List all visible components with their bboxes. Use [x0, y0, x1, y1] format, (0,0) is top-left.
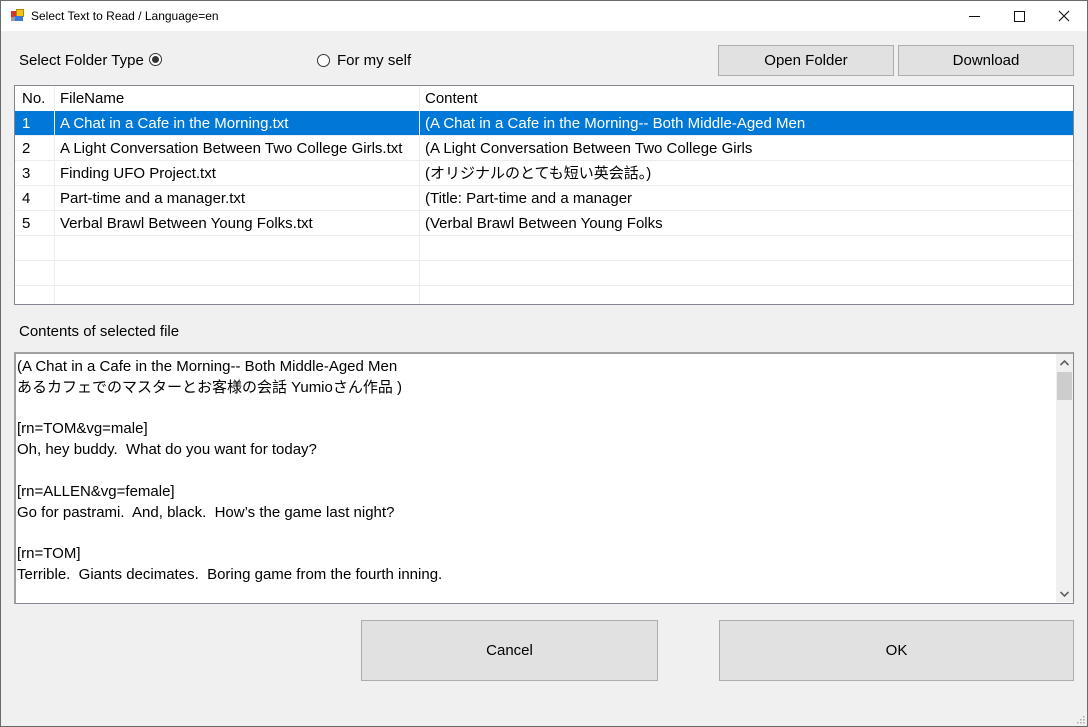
content-line: [17, 399, 1055, 420]
empty-row: [15, 286, 1073, 304]
maximize-icon: [1013, 10, 1025, 22]
file-contents-text[interactable]: (A Chat in a Cafe in the Morning-- Both …: [17, 357, 1055, 586]
ok-button[interactable]: OK: [719, 620, 1074, 681]
cell-content: (A Light Conversation Between Two Colleg…: [425, 140, 753, 157]
for-my-self-label[interactable]: For my self: [337, 52, 411, 69]
cell-filename: A Chat in a Cafe in the Morning.txt: [55, 111, 420, 136]
cell-filename: A Light Conversation Between Two College…: [55, 136, 420, 161]
chevron-up-icon: [1060, 359, 1069, 366]
table-row[interactable]: 4 Part-time and a manager.txt (Title: Pa…: [15, 186, 1073, 211]
table-row[interactable]: 2 A Light Conversation Between Two Colle…: [15, 136, 1073, 161]
close-button[interactable]: [1041, 1, 1087, 31]
content-line: [rn=TOM]: [17, 545, 81, 563]
content-line: Go for pastrami. And, black. How’s the g…: [17, 503, 395, 521]
resize-grip-icon[interactable]: [1075, 714, 1085, 724]
content-line: (A Chat in a Cafe in the Morning-- Both …: [17, 358, 398, 375]
column-header-no[interactable]: No.: [15, 86, 55, 111]
table-row[interactable]: 5 Verbal Brawl Between Young Folks.txt (…: [15, 211, 1073, 236]
chevron-down-icon: [1060, 590, 1069, 597]
empty-row: [15, 236, 1073, 261]
cell-content: (Verbal Brawl Between Young Folks: [425, 215, 663, 232]
window-title: Select Text to Read / Language=en: [31, 9, 219, 23]
cell-no: 1: [15, 111, 55, 136]
minimize-icon: [968, 15, 980, 17]
open-folder-button[interactable]: Open Folder: [718, 45, 894, 76]
content-line: あるカフェでのマスターとお客様の会話 Yumioさん作品 ): [17, 378, 403, 396]
folder-type-default-radio[interactable]: [149, 53, 162, 66]
cell-content: (オリジナルのとても短い英会話。): [425, 165, 652, 182]
cell-no: 3: [15, 161, 55, 186]
cell-filename: Part-time and a manager.txt: [55, 186, 420, 211]
cell-no: 5: [15, 211, 55, 236]
file-grid[interactable]: No. FileName Content 1 A Chat in a Cafe …: [14, 85, 1074, 305]
content-line: Terrible. Giants decimates. Boring game …: [17, 565, 443, 583]
app-icon: [11, 9, 25, 22]
cell-content: (A Chat in a Cafe in the Morning-- Both …: [425, 115, 806, 132]
download-button[interactable]: Download: [898, 45, 1074, 76]
table-row[interactable]: 3 Finding UFO Project.txt (オリジナルのとても短い英会…: [15, 161, 1073, 186]
content-line: [rn=ALLEN&vg=female]: [17, 482, 175, 500]
folder-type-label: Select Folder Type: [19, 52, 144, 69]
title-bar[interactable]: Select Text to Read / Language=en: [1, 1, 1087, 31]
cell-content: (Title: Part-time and a manager: [425, 190, 633, 207]
content-line: [rn=TOM&vg=male]: [17, 420, 148, 438]
close-icon: [1058, 10, 1070, 22]
cell-no: 4: [15, 186, 55, 211]
empty-row: [15, 261, 1073, 286]
content-line: Oh, hey buddy. What do you want for toda…: [17, 441, 317, 459]
cell-filename: Verbal Brawl Between Young Folks.txt: [55, 211, 420, 236]
maximize-button[interactable]: [996, 1, 1042, 31]
content-line: [17, 523, 1055, 544]
cell-no: 2: [15, 136, 55, 161]
column-header-content[interactable]: Content: [420, 86, 1073, 111]
minimize-button[interactable]: [951, 1, 997, 31]
column-header-filename[interactable]: FileName: [55, 86, 420, 111]
contents-label: Contents of selected file: [19, 323, 180, 340]
vertical-scrollbar[interactable]: [1056, 354, 1073, 602]
file-contents-textbox[interactable]: (A Chat in a Cafe in the Morning-- Both …: [14, 352, 1074, 604]
cell-filename: Finding UFO Project.txt: [55, 161, 420, 186]
table-row[interactable]: 1 A Chat in a Cafe in the Morning.txt (A…: [15, 111, 1073, 136]
scroll-thumb[interactable]: [1057, 372, 1072, 400]
grid-header: No. FileName Content: [15, 86, 1073, 111]
cancel-button[interactable]: Cancel: [361, 620, 658, 681]
scroll-up-button[interactable]: [1056, 354, 1073, 371]
dialog-window: Select Text to Read / Language=en Select…: [0, 0, 1088, 727]
scroll-down-button[interactable]: [1056, 585, 1073, 602]
content-line: [17, 461, 1055, 482]
for-my-self-radio[interactable]: [317, 54, 330, 67]
